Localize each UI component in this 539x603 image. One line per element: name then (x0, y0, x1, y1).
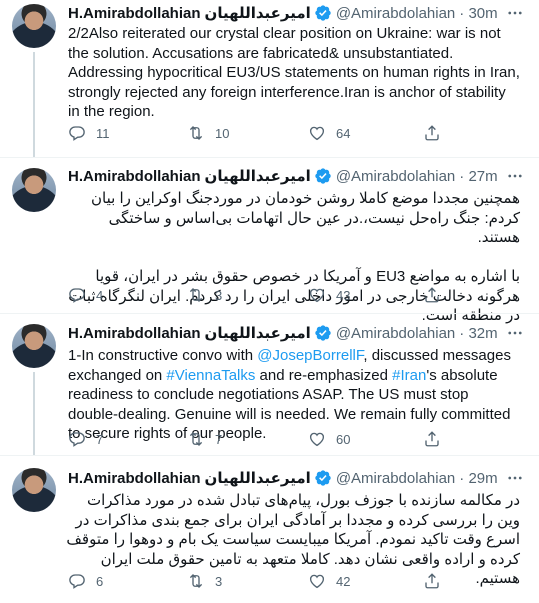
like-count: 42 (336, 573, 351, 589)
author-handle[interactable]: @Amirabdolahian (336, 168, 455, 185)
tweet-actions: 11 10 64 (68, 124, 520, 144)
tweet-actions: 4 3 43 (68, 286, 520, 306)
tweet[interactable]: H.Amirabdollahian امیرعبداللهیان @Amirab… (0, 0, 539, 157)
author-name-fa[interactable]: امیرعبداللهیان (205, 469, 311, 487)
reply-count: 4 (96, 287, 104, 303)
reply-icon (69, 126, 85, 141)
timestamp[interactable]: · 30m (459, 5, 497, 22)
share-button[interactable] (423, 286, 451, 304)
reply-count: 6 (96, 573, 104, 589)
retweet-icon (189, 288, 203, 302)
tweet-actions: 6 3 42 (68, 572, 520, 592)
more-icon[interactable] (505, 323, 525, 343)
verified-badge-icon (315, 168, 331, 184)
timestamp[interactable]: · 32m (459, 325, 497, 342)
retweet-count: 7 (215, 431, 223, 447)
retweet-button[interactable]: 3 (187, 572, 222, 590)
tweet[interactable]: H.Amirabdollahian امیرعبداللهیان @Amirab… (0, 314, 539, 455)
retweet-icon (189, 432, 203, 446)
share-button[interactable] (423, 430, 451, 448)
heart-icon (309, 574, 325, 589)
author-name[interactable]: H.Amirabdollahian (68, 168, 201, 185)
like-button[interactable]: 60 (308, 430, 350, 448)
author-name[interactable]: H.Amirabdollahian (68, 325, 201, 342)
timestamp[interactable]: · 27m (459, 168, 497, 185)
author-name[interactable]: H.Amirabdollahian (68, 470, 201, 487)
tweet[interactable]: H.Amirabdollahian امیرعبداللهیان @Amirab… (0, 158, 539, 324)
author-name[interactable]: H.Amirabdollahian (68, 5, 201, 22)
heart-icon (309, 126, 325, 141)
timestamp[interactable]: · 29m (459, 470, 497, 487)
share-button[interactable] (423, 572, 451, 590)
verified-badge-icon (315, 325, 331, 341)
reply-button[interactable]: 6 (68, 572, 103, 590)
share-button[interactable] (423, 124, 451, 142)
tweet-header: H.Amirabdollahian امیرعبداللهیان @Amirab… (68, 166, 498, 186)
heart-icon (309, 288, 325, 303)
like-button[interactable]: 64 (308, 124, 350, 142)
reply-count: 7 (96, 431, 104, 447)
tweet-text: 1-In constructive convo with @JosepBorre… (68, 346, 520, 444)
tweet-actions: 7 7 60 (68, 430, 520, 450)
tweet-header: H.Amirabdollahian امیرعبداللهیان @Amirab… (68, 323, 498, 343)
reply-button[interactable]: 7 (68, 430, 103, 448)
like-count: 64 (336, 125, 351, 141)
tweet-text-segment: 1-In constructive convo with (68, 347, 258, 364)
reply-icon (69, 288, 85, 303)
reply-icon (69, 432, 85, 447)
avatar[interactable] (12, 324, 56, 368)
author-name-fa[interactable]: امیرعبداللهیان (205, 4, 311, 22)
retweet-button[interactable]: 7 (187, 430, 222, 448)
like-button[interactable]: 42 (308, 572, 350, 590)
heart-icon (309, 432, 325, 447)
author-name-fa[interactable]: امیرعبداللهیان (205, 324, 311, 342)
reply-button[interactable]: 4 (68, 286, 103, 304)
share-icon (425, 125, 439, 141)
thread-line (33, 52, 35, 157)
avatar[interactable] (12, 168, 56, 212)
hashtag-link[interactable]: #Iran (392, 367, 426, 384)
tweet-text: 2/2Also reiterated our crystal clear pos… (68, 25, 520, 120)
reply-button[interactable]: 11 (68, 124, 110, 142)
tweet-header: H.Amirabdollahian امیرعبداللهیان @Amirab… (68, 468, 498, 488)
share-icon (425, 573, 439, 589)
verified-badge-icon (315, 5, 331, 21)
tweet-text-segment: and re-emphasized (255, 366, 393, 384)
avatar[interactable] (12, 468, 56, 512)
like-count: 60 (336, 431, 351, 447)
reply-count: 11 (96, 125, 110, 141)
more-icon[interactable] (505, 468, 525, 488)
more-icon[interactable] (505, 166, 525, 186)
hashtag-link[interactable]: #ViennaTalks (166, 367, 255, 384)
like-count: 43 (336, 287, 351, 303)
retweet-button[interactable]: 10 (187, 124, 229, 142)
reply-icon (69, 574, 85, 589)
retweet-count: 3 (215, 573, 223, 589)
author-handle[interactable]: @Amirabdolahian (336, 325, 455, 342)
tweet-header: H.Amirabdollahian امیرعبداللهیان @Amirab… (68, 3, 498, 23)
author-name-fa[interactable]: امیرعبداللهیان (205, 167, 311, 185)
like-button[interactable]: 43 (308, 286, 350, 304)
retweet-icon (189, 126, 203, 140)
tweet[interactable]: H.Amirabdollahian امیرعبداللهیان @Amirab… (0, 456, 539, 603)
retweet-button[interactable]: 3 (187, 286, 222, 304)
avatar[interactable] (12, 4, 56, 48)
retweet-icon (189, 574, 203, 588)
thread-line (33, 372, 35, 455)
share-icon (425, 287, 439, 303)
verified-badge-icon (315, 470, 331, 486)
author-handle[interactable]: @Amirabdolahian (336, 470, 455, 487)
retweet-count: 10 (215, 125, 230, 141)
more-icon[interactable] (505, 3, 525, 23)
retweet-count: 3 (215, 287, 223, 303)
author-handle[interactable]: @Amirabdolahian (336, 5, 455, 22)
mention-link[interactable]: @JosepBorrellF (257, 347, 363, 364)
share-icon (425, 431, 439, 447)
